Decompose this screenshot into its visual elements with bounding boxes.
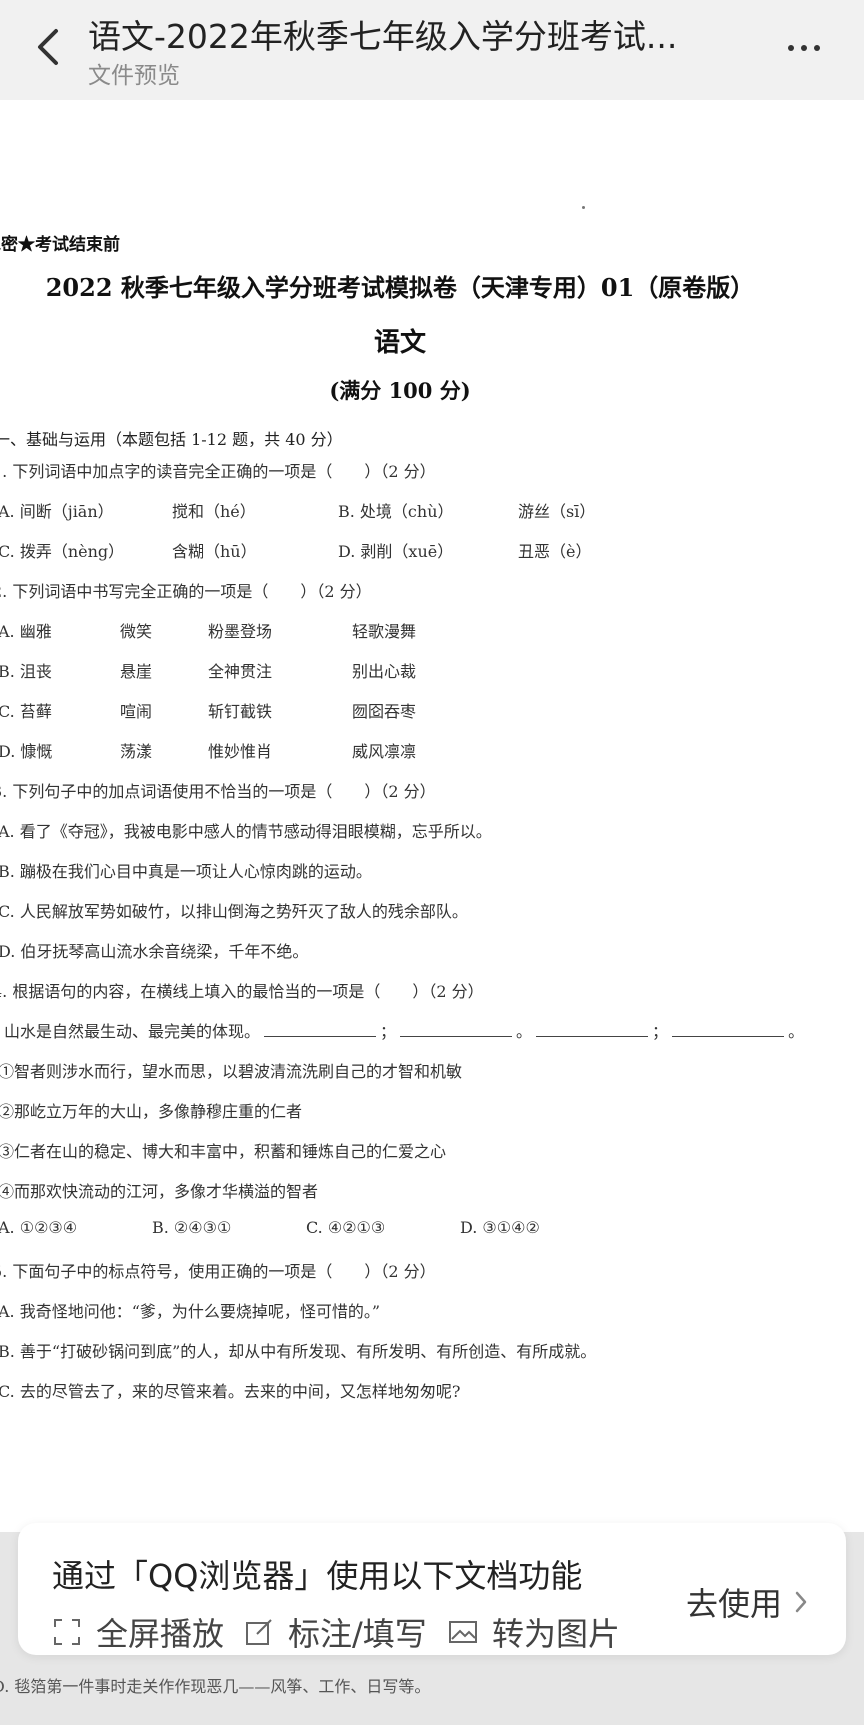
question-5: 5. 下面句子中的标点符号，使用正确的一项是（ ）（2 分） [0, 1262, 436, 1281]
question-4: 4. 根据语句的内容，在横线上填入的最恰当的一项是（ ）（2 分） [0, 982, 484, 1001]
back-button[interactable] [26, 22, 70, 72]
question-1: 1. 下列词语中加点字的读音完全正确的一项是（ ）（2 分） [0, 462, 436, 481]
q2-b-1: B. 沮丧 [0, 662, 52, 681]
q1-option-a: A. 间断（jiān） [0, 502, 114, 521]
q4-option-c: C. ④②①③ [306, 1218, 386, 1237]
q2-d-4: 威风凛凛 [352, 742, 417, 761]
scan-speck [582, 206, 585, 209]
question-3: 3. 下列句子中的加点词语使用不恰当的一项是（ ）（2 分） [0, 782, 436, 801]
q5-option-b: B. 善于“打破砂锅问到底”的人，却从中有所发现、有所发明、有所创造、有所成就。 [0, 1342, 597, 1361]
q3-option-c: C. 人民解放军势如破竹，以排山倒海之势歼灭了敌人的残余部队。 [0, 902, 468, 921]
chevron-right-icon [795, 1591, 807, 1613]
go-use-button[interactable]: 去使用 [686, 1579, 810, 1625]
q4-sentence-3: ③仁者在山的稳定、博大和丰富中，积蓄和锤炼自己的仁爱之心 [0, 1142, 447, 1161]
blank-3 [536, 1022, 649, 1037]
blank-2 [400, 1022, 513, 1037]
q1-option-d2: 丑恶（è） [518, 542, 592, 561]
annotate-feature[interactable]: 标注/填写 [244, 1609, 427, 1655]
q2-a-1: A. 幽雅 [0, 622, 52, 641]
exam-title: 2022 秋季七年级入学分班考试模拟卷（天津专用）01（原卷版） [45, 273, 755, 302]
subject-title: 语文 [373, 328, 426, 358]
fullscreen-icon [54, 1619, 80, 1645]
chevron-left-icon [38, 29, 58, 65]
q2-b-4: 别出心裁 [352, 662, 417, 681]
more-dots-icon [788, 45, 820, 51]
page-title: 语文-2022年秋季七年级入学分班考试... [88, 17, 678, 56]
q1-option-d: D. 剥削（xuē） [338, 542, 454, 561]
q1-option-c2: 含糊（hū） [172, 542, 257, 561]
q2-c-3: 斩钉截铁 [208, 702, 273, 721]
q2-a-4: 轻歌漫舞 [352, 622, 417, 641]
qq-browser-promo-card[interactable]: 通过「QQ浏览器」使用以下文档功能 全屏播放 标注/填写 转为图片 去使用 [18, 1523, 846, 1655]
edit-icon [246, 1619, 272, 1645]
q3-option-a: A. 看了《夺冠》，我被电影中感人的情节感动得泪眼模糊，忘乎所以。 [0, 822, 492, 841]
q2-d-2: 荡漾 [120, 742, 153, 761]
total-score: (满分 100 分) [329, 378, 471, 403]
q2-a-3: 粉墨登场 [208, 622, 273, 641]
top-bar: 语文-2022年秋季七年级入学分班考试... 文件预览 [0, 0, 864, 100]
q1-option-c: C. 拨弄（nèng） [0, 542, 125, 561]
blank-4 [672, 1022, 785, 1037]
q2-c-2: 喧闹 [120, 702, 153, 721]
more-options-button[interactable] [776, 30, 832, 66]
q2-a-2: 微笑 [120, 622, 153, 641]
q4-line-start: 山水是自然最生动、最完美的体现。 [4, 1022, 261, 1041]
q2-b-2: 悬崖 [120, 662, 153, 681]
secret-label: 绝密★考试结束前 [0, 235, 120, 255]
q4-option-d: D. ③①④② [460, 1218, 540, 1237]
fullscreen-label: 全屏播放 [96, 1615, 225, 1653]
annotate-label: 标注/填写 [288, 1615, 427, 1653]
question-2: 2. 下列词语中书写完全正确的一项是（ ）（2 分） [0, 582, 372, 601]
page-subtitle: 文件预览 [88, 63, 180, 89]
q2-d-3: 惟妙惟肖 [208, 742, 273, 761]
document-preview[interactable]: 绝密★考试结束前 2022 秋季七年级入学分班考试模拟卷（天津专用）01（原卷版… [0, 100, 864, 1540]
q4-blank-line: 山水是自然最生动、最完美的体现。；。；。 [4, 1022, 805, 1041]
image-icon [449, 1621, 477, 1643]
q1-option-b: B. 处境（chù） [338, 502, 454, 521]
to-image-label: 转为图片 [492, 1615, 621, 1653]
q5-option-a: A. 我奇怪地问他：“爹，为什么要烧掉呢，怪可惜的。” [0, 1302, 381, 1321]
q3-option-b: B. 蹦极在我们心目中真是一项让人心惊肉跳的运动。 [0, 862, 372, 881]
to-image-feature[interactable]: 转为图片 [448, 1609, 620, 1655]
promo-text: 通过「QQ浏览器」使用以下文档功能 [52, 1557, 583, 1595]
go-use-label: 去使用 [686, 1585, 783, 1623]
q4-sentence-2: ②那屹立万年的大山，多像静穆庄重的仁者 [0, 1102, 303, 1121]
q2-b-3: 全神贯注 [208, 662, 273, 681]
q2-d-1: D. 慷慨 [0, 742, 53, 761]
section-heading: 一、基础与运用（本题包括 1-12 题，共 40 分） [0, 430, 343, 449]
q1-option-a2: 搅和（hé） [172, 502, 256, 521]
partial-line: D. 毯箔第一件事时走关作作现恶几——风筝、工作、日写等。 [0, 1677, 431, 1696]
q4-option-a: A. ①②③④ [0, 1218, 78, 1237]
q3-option-d: D. 伯牙抚琴高山流水余音绕梁，千年不绝。 [0, 942, 309, 961]
q5-option-c: C. 去的尽管去了，来的尽管来着。去来的中间，又怎样地匆匆呢? [0, 1382, 461, 1401]
q4-sentence-4: ④而那欢快流动的江河，多像才华横溢的智者 [0, 1182, 319, 1201]
q2-c-4: 囫囵吞枣 [352, 702, 417, 721]
fullscreen-feature[interactable]: 全屏播放 [52, 1609, 224, 1655]
blank-1 [264, 1022, 377, 1037]
q4-sentence-1: ①智者则涉水而行，望水而思，以碧波清流洗刷自己的才智和机敏 [0, 1062, 463, 1081]
q2-c-1: C. 苔藓 [0, 702, 52, 721]
q1-option-b2: 游丝（sī） [518, 502, 596, 521]
q4-option-b: B. ②④③① [152, 1218, 232, 1237]
